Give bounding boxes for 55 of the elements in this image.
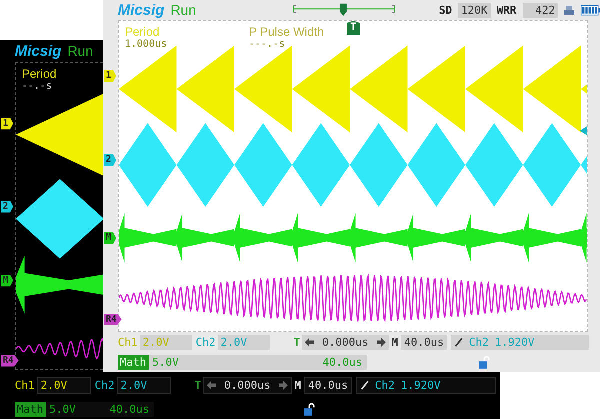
timebase-value[interactable]: 40.0us: [401, 334, 448, 350]
math-scale: 5.0V: [50, 402, 76, 416]
volts-per-div[interactable]: 2.0V: [116, 376, 171, 394]
rising-edge-icon: [455, 336, 464, 348]
trigger-label: T: [294, 336, 300, 348]
channel-marker[interactable]: R4: [104, 314, 122, 326]
battery-icon: [580, 4, 600, 16]
right-arrow-icon[interactable]: [376, 338, 386, 346]
trigger-level-icon[interactable]: [580, 126, 587, 136]
measurement-value: 1.000us: [125, 39, 168, 50]
rate-value: 422: [522, 2, 558, 18]
channel-marker[interactable]: 1: [104, 70, 116, 82]
math-timebase: 40.0us: [110, 402, 150, 416]
right-arrow-icon[interactable]: [278, 380, 288, 390]
timebase-label: M: [392, 336, 398, 348]
storage-mode: SD: [439, 4, 452, 16]
channel-label: Ch2: [94, 378, 115, 392]
measurement-value: ---.-s: [249, 39, 286, 50]
trigger-level[interactable]: 1.920V: [400, 378, 441, 392]
trigger-position-field[interactable]: 0.000us: [203, 376, 292, 394]
trigger-position-icon: [292, 2, 398, 18]
rate-label: WRR: [496, 4, 517, 16]
measurement-label: P Pulse Width: [249, 25, 324, 39]
channel-marker[interactable]: 2: [1, 200, 14, 213]
channel-label: Ch1: [118, 336, 138, 348]
math-label[interactable]: Math: [15, 402, 46, 416]
timebase-value[interactable]: 40.0us: [304, 376, 352, 394]
volts-per-div[interactable]: 2.0V: [36, 376, 91, 394]
math-timebase: 40.0us: [322, 356, 362, 368]
timebase-label: M: [294, 378, 302, 392]
channel-marker[interactable]: 1: [1, 118, 14, 130]
rising-edge-icon: [361, 380, 370, 390]
left-arrow-icon[interactable]: [305, 338, 314, 346]
channel-marker[interactable]: M: [1, 274, 14, 287]
channel-label: Ch1: [15, 378, 35, 392]
memory-depth: 120K: [458, 2, 491, 18]
measurement-label: Period: [125, 25, 161, 39]
channel-label: Ch2: [196, 336, 216, 348]
measurement-label: Period: [22, 67, 57, 81]
trigger-label: T: [194, 378, 202, 392]
trigger-position-field[interactable]: 0.000us: [302, 334, 389, 350]
run-status: Run: [68, 43, 94, 59]
channel-marker[interactable]: M: [104, 232, 116, 244]
unlocked-padlock-icon[interactable]: [304, 402, 314, 416]
usb-drive-icon: [564, 4, 575, 16]
brand-logo: Micsig: [15, 42, 62, 60]
left-arrow-icon[interactable]: [207, 380, 216, 390]
channel-marker[interactable]: R4: [1, 354, 19, 367]
channel-marker[interactable]: 2: [104, 154, 116, 166]
brand-logo: Micsig: [118, 2, 165, 18]
trigger-source[interactable]: Ch2: [375, 378, 395, 392]
math-scale: 5.0V: [152, 356, 179, 368]
measurement-value: --.-s: [22, 81, 54, 92]
run-status: Run: [170, 2, 196, 18]
trigger-marker[interactable]: T: [347, 21, 360, 35]
